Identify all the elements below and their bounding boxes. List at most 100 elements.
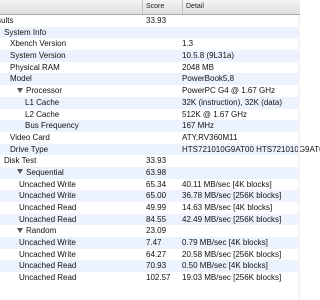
outline-row[interactable]: Sequential 63.98 [0,166,300,179]
row-detail: 20.58 MB/sec [256K blocks] [182,249,282,259]
row-label: System Info [4,27,46,39]
row-label: L2 Cache [25,109,59,121]
row-label: Uncached Read [19,202,76,214]
outline-row[interactable]: sults 33.93 [0,15,300,27]
row-name-text: Uncached Read [19,203,77,212]
row-label: Processor [17,85,62,97]
row-label: Sequential [17,167,64,179]
row-score: 64.27 [146,249,167,259]
outline-row[interactable]: L2 Cache 512K @ 1.67 GHz [0,109,300,121]
row-name-text: Uncached Read [19,261,77,271]
row-detail: PowerBook5,8 [182,74,235,84]
row-detail: 1.3 [182,39,194,49]
outline-row[interactable]: Uncached Read 84.55 42.49 MB/sec [256K blo… [0,213,300,226]
row-detail: 36.78 MB/sec [256K blocks] [182,191,282,201]
row-label: System Version [10,50,66,62]
row-label: Bus Frequency [25,120,79,132]
disclosure-triangle-icon[interactable] [17,169,23,175]
outline-row[interactable]: Drive Type HTS721010G9AT00 HTS721010G9AT0… [0,143,320,156]
row-score: 65.34 [146,179,167,189]
outline-row[interactable]: Uncached Read 70.93 0.50 MB/sec [4K blocks… [0,260,300,273]
row-detail: 10.5.8 (9L31a) [182,51,235,61]
row-label: Random [17,225,56,237]
row-detail: PowerPC G4 @ 1.67 GHz [182,86,276,96]
row-name-text: Uncached Read [19,214,77,224]
row-score: 84.55 [146,214,167,224]
disclosure-triangle-icon[interactable] [17,87,23,93]
outline-row[interactable]: Processor PowerPC G4 @ 1.67 GHz [0,85,300,97]
row-name-text: Uncached Write [19,238,76,248]
row-name-text: Uncached Write [19,179,76,189]
row-name-text: L2 Cache [25,109,60,119]
outline-row[interactable]: Bus Frequency 167 MHz [0,120,300,132]
row-name-text: Uncached Read [19,273,77,283]
row-name-text: Uncached Write [19,191,76,201]
scrollbar-edge[interactable] [298,15,300,300]
row-detail: 0.79 MB/sec [4K blocks] [182,238,268,248]
row-name-text: Bus Frequency [25,121,79,131]
disclosure-triangle-icon[interactable] [17,227,23,233]
detail-column-header[interactable]: Detail [182,0,300,14]
row-score: 23.09 [146,226,167,236]
row-label: Uncached Write [19,249,76,261]
row-label: Uncached Write [19,237,76,249]
row-detail: 2048 MB [182,62,215,72]
row-name-text: Processor [26,86,63,96]
row-name-text: Model [10,74,32,84]
row-name-text: System Version [10,51,66,61]
row-score: 33.93 [146,16,167,25]
outline-row[interactable]: Disk Test 33.93 [0,155,300,167]
row-detail: 14.63 MB/sec [4K blocks] [182,203,273,212]
row-score: 102.57 [146,273,171,283]
row-name-text: sults [0,16,14,25]
outline-row[interactable]: Physical RAM 2048 MB [0,62,300,74]
row-label: Uncached Read [19,272,76,284]
row-detail: 32K (instruction), 32K (data) [182,97,283,107]
outline-header: Score Detail [0,0,300,15]
row-label: Uncached Read [19,214,76,226]
row-label: Model [10,73,32,85]
row-label: Uncached Write [19,190,76,202]
row-detail: 0.50 MB/sec [4K blocks] [182,261,268,271]
outline-row[interactable]: Xbench Version 1.3 [0,38,300,50]
outline-row[interactable]: Video Card ATY,RV360M11 [0,132,300,144]
outline-row[interactable]: Model PowerBook5,8 [0,73,300,86]
row-name-text: Random [26,226,57,236]
outline-row[interactable]: Uncached Write 65.34 40.11 MB/sec [4K bloc… [0,179,300,191]
row-name-text: Xbench Version [10,39,67,49]
row-name-text: Sequential [26,167,64,177]
row-label: Drive Type [10,144,48,156]
outline-row[interactable]: Uncached Write 65.00 36.78 MB/sec [256K bl… [0,190,300,202]
row-label: Physical RAM [10,62,60,74]
row-score: 33.93 [146,156,167,166]
row-detail: 40.11 MB/sec [4K blocks] [182,179,272,189]
results-outline: sults33.93System InfoXbench Version1.3Sy… [0,15,320,284]
row-detail: ATY,RV360M11 [182,132,238,142]
row-label: Disk Test [4,155,36,167]
outline-row[interactable]: L1 Cache 32K (instruction), 32K (data) [0,96,300,109]
outline-row[interactable]: System Version 10.5.8 (9L31a) [0,50,300,62]
row-score: 49.99 [146,203,167,212]
xbench-results-window: Score Detail sults 33.93 System InfoXbench… [0,0,320,300]
row-label: L1 Cache [25,97,59,109]
row-name-text: Video Card [10,132,50,142]
row-score: 65.00 [146,191,167,201]
row-detail: 167 MHz [182,121,215,131]
outline-row[interactable]: Uncached Write 64.27 20.58 MB/sec [256K bl… [0,249,300,261]
row-label: Uncached Write [19,179,76,191]
row-score: 7.47 [146,238,162,248]
outline-row[interactable]: System Info [0,26,300,39]
outline-row[interactable]: Uncached Write 7.47 0.79 MB/sec [4K blocks… [0,237,300,249]
row-name-text: L1 Cache [25,97,60,107]
row-name-text: Physical RAM [10,62,60,72]
row-score: 63.98 [146,167,167,177]
row-detail: 19.03 MB/sec [256K blocks] [182,273,282,283]
row-detail: 42.49 MB/sec [256K blocks] [182,214,282,224]
outline-row[interactable]: Random 23.09 [0,225,300,237]
score-column-header[interactable]: Score [142,0,182,14]
row-label: Uncached Read [19,260,76,272]
row-score: 70.93 [146,261,167,271]
outline-row[interactable]: Uncached Read 102.57 19.03 MB/sec [256K bl… [0,272,300,284]
outline-row[interactable]: Uncached Read 49.99 14.63 MB/sec [4K block… [0,202,300,214]
row-name-text: Drive Type [10,144,49,154]
